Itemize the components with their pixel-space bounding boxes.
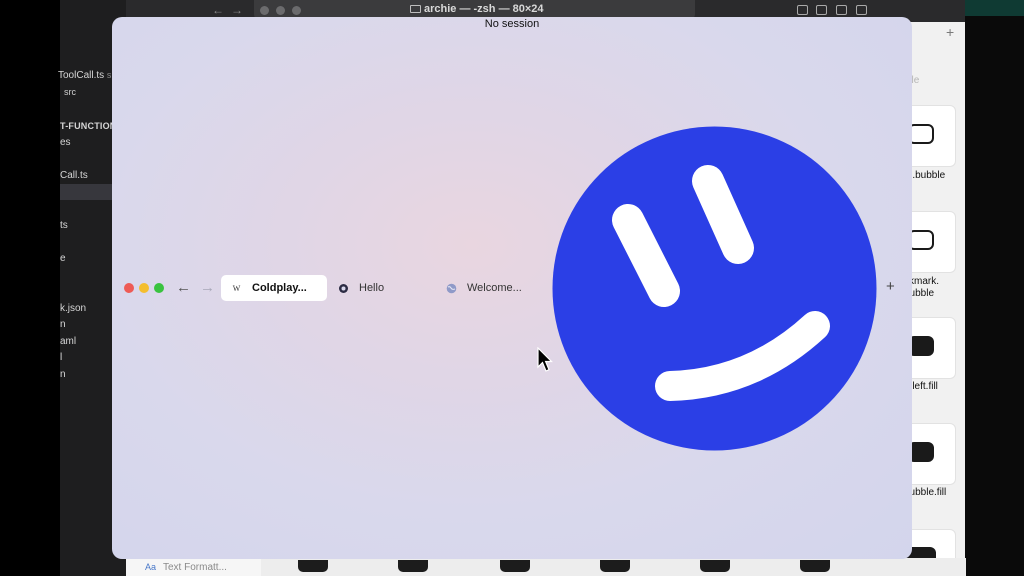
zoom-button[interactable] (154, 283, 164, 293)
forward-button[interactable]: → (200, 279, 215, 296)
back-button[interactable]: ← (176, 279, 191, 296)
minimize-button[interactable] (139, 283, 149, 293)
text-format-label[interactable]: Text Formatt... (163, 562, 227, 573)
desktop-edge (965, 0, 1024, 576)
explorer-item[interactable]: l (60, 352, 62, 363)
explorer-item[interactable]: ts (60, 220, 68, 231)
terminal-title: archie — -zsh — 80×24 (424, 3, 544, 15)
symbol-glyph-icon (298, 560, 328, 572)
explorer-item[interactable]: n (60, 319, 66, 330)
explorer-item[interactable]: Call.ts (60, 170, 88, 181)
tab-label: Welcome... (467, 282, 522, 294)
file-tab-label: ToolCall.ts (58, 70, 105, 81)
explorer-item[interactable]: n (60, 369, 66, 380)
terminal-zoom-button[interactable] (292, 6, 301, 15)
terminal-forward-icon[interactable]: → (231, 3, 243, 17)
mouse-pointer-icon (537, 347, 553, 372)
circle-dot-icon (338, 283, 349, 294)
new-tab-button[interactable]: + (886, 278, 895, 295)
symbol-glyph-icon (600, 560, 630, 572)
tab-hello[interactable]: Hello (328, 275, 428, 301)
terminal-back-icon[interactable]: ← (212, 3, 224, 17)
tab-coldplay[interactable]: W Coldplay... (221, 275, 327, 301)
desktop-wallpaper (965, 0, 1024, 16)
explorer-item[interactable]: aml (60, 336, 76, 347)
sidebar-toggle-icon[interactable] (797, 5, 808, 15)
explorer-item[interactable]: es (60, 137, 71, 148)
terminal-minimize-button[interactable] (276, 6, 285, 15)
globe-icon (446, 283, 457, 294)
browser-overlay-window: No session ← → W Coldplay... Hello Welco… (112, 17, 912, 559)
session-status: No session (484, 18, 540, 30)
tab-label: Hello (359, 282, 385, 294)
symbol-glyph-icon (500, 560, 530, 572)
explorer-item[interactable]: k.json (60, 303, 86, 314)
breadcrumb[interactable]: src (64, 87, 76, 97)
text-format-icon: Aa (145, 562, 157, 572)
symbol-glyph-icon (800, 560, 830, 572)
tab-welcome[interactable]: Welcome... (436, 275, 546, 301)
smiley-logo (552, 126, 877, 451)
panel-right-icon[interactable] (836, 5, 847, 15)
explorer-item[interactable]: e (60, 253, 66, 264)
folder-icon (410, 5, 421, 13)
layout-icon[interactable] (856, 5, 867, 15)
terminal-close-button[interactable] (260, 6, 269, 15)
panel-bottom-icon[interactable] (816, 5, 827, 15)
editor-file-tab[interactable]: ToolCall.ts s (58, 70, 111, 81)
wikipedia-icon: W (232, 283, 241, 293)
file-tab-suffix: s (106, 70, 112, 80)
tab-label: Coldplay... (252, 282, 307, 294)
symbol-glyph-icon (398, 560, 428, 572)
explorer-section-heading: T-FUNCTION (60, 121, 117, 131)
add-icon[interactable]: + (946, 24, 954, 40)
close-button[interactable] (124, 283, 134, 293)
symbol-glyph-icon (700, 560, 730, 572)
